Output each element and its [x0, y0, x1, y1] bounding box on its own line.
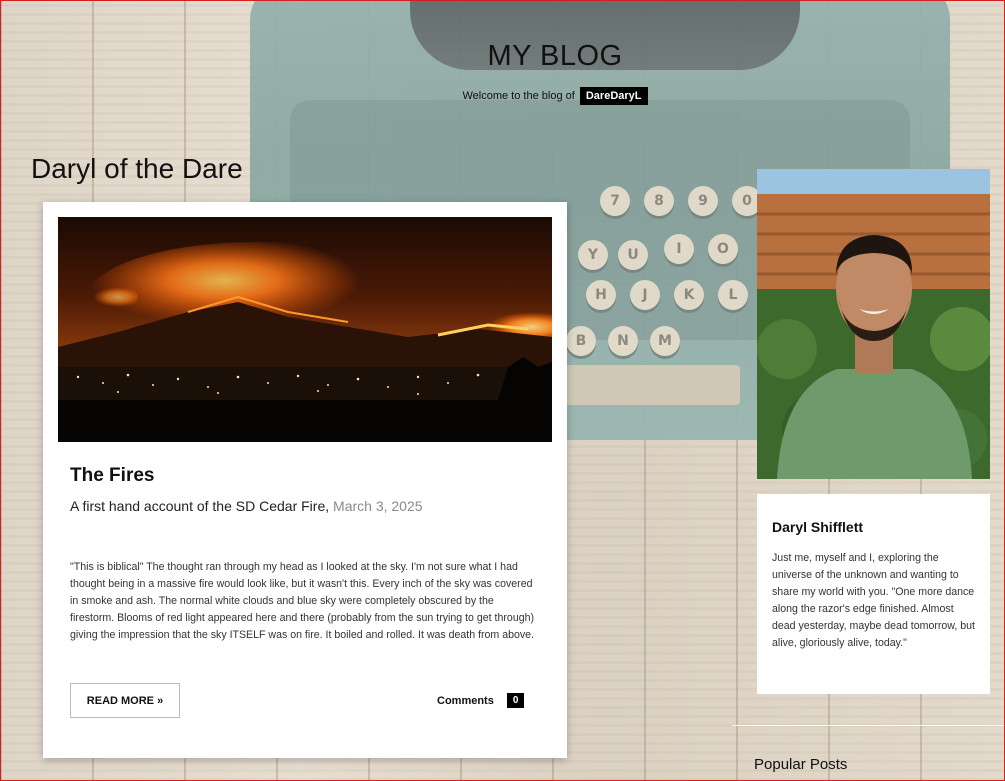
site-title[interactable]: MY BLOG — [0, 40, 1005, 73]
read-more-button[interactable]: READ MORE » — [70, 683, 180, 718]
popular-posts-heading: Popular Posts — [754, 756, 848, 773]
author-photo — [757, 169, 990, 479]
post-excerpt: "This is biblical" The thought ran throu… — [70, 561, 535, 641]
comments-count-badge: 0 — [506, 693, 525, 708]
post-subtitle: A first hand account of the SD Cedar Fir… — [70, 498, 423, 514]
post-card: The Fires A first hand account of the SD… — [43, 202, 567, 758]
post-title[interactable]: The Fires — [70, 465, 154, 487]
tagline-text: Welcome to the blog of — [462, 90, 575, 102]
blog-name-heading: Daryl of the Dare — [31, 153, 243, 184]
post-subtitle-text: A first hand account of the SD Cedar Fir… — [70, 498, 330, 514]
post-featured-image[interactable] — [58, 217, 552, 442]
site-tagline: Welcome to the blog of DareDaryL — [0, 87, 1005, 105]
sidebar-divider — [732, 725, 1005, 726]
author-portrait-image — [757, 169, 990, 479]
comments-link[interactable]: Comments 0 — [437, 693, 525, 708]
author-card: Daryl Shifflett Just me, myself and I, e… — [757, 494, 990, 694]
author-name: Daryl Shifflett — [772, 519, 864, 535]
username-badge[interactable]: DareDaryL — [579, 87, 648, 105]
post-date: March 3, 2025 — [333, 498, 423, 514]
author-bio: Just me, myself and I, exploring the uni… — [772, 552, 975, 649]
wildfire-night-image — [58, 217, 552, 442]
comments-label: Comments — [437, 694, 494, 707]
